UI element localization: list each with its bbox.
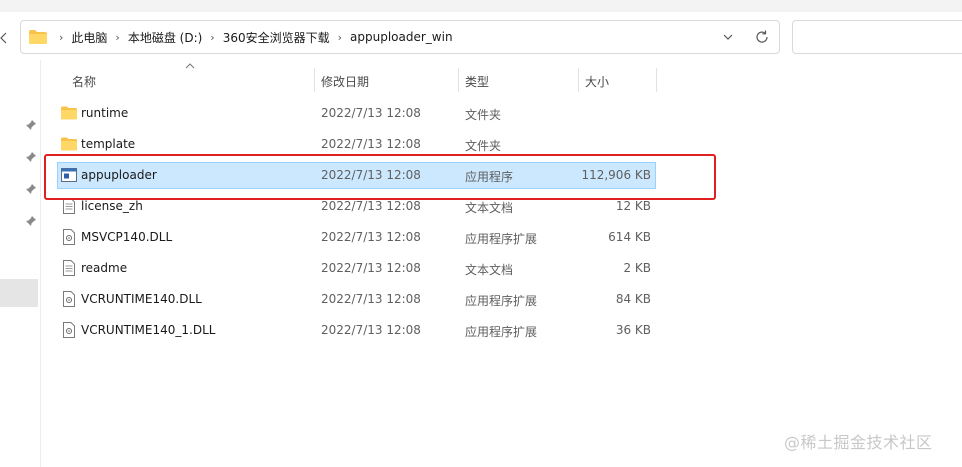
breadcrumb-this-pc[interactable]: 此电脑 [71, 29, 107, 46]
navigation-pane [0, 60, 40, 467]
file-size: 12 KB [615, 199, 651, 213]
search-input[interactable] [792, 20, 962, 54]
file-name: VCRUNTIME140_1.DLL [81, 323, 216, 337]
column-header-date[interactable]: 修改日期 [321, 73, 369, 90]
file-date: 2022/7/13 12:08 [321, 230, 421, 244]
address-bar[interactable]: › 此电脑 › 本地磁盘 (D:) › 360安全浏览器下载 › appuplo… [20, 20, 780, 54]
chevron-right-icon[interactable]: › [59, 31, 63, 44]
column-header-size[interactable]: 大小 [585, 73, 609, 90]
pin-icon[interactable] [25, 183, 37, 195]
breadcrumb-current-folder[interactable]: appuploader_win [350, 30, 453, 44]
title-bar-strip [0, 0, 962, 12]
file-row[interactable]: MSVCP140.DLL 2022/7/13 12:08 应用程序扩展 614 KB [58, 225, 655, 250]
dll-icon [61, 291, 77, 307]
pin-icon[interactable] [25, 151, 37, 163]
file-type: 文件夹 [465, 108, 502, 122]
column-divider[interactable] [578, 68, 579, 92]
file-name: readme [81, 261, 128, 275]
breadcrumb: › 此电脑 › 本地磁盘 (D:) › 360安全浏览器下载 › appuplo… [51, 21, 453, 53]
column-header-type[interactable]: 类型 [465, 73, 489, 90]
file-date: 2022/7/13 12:08 [321, 137, 421, 151]
file-size: 84 KB [615, 292, 651, 306]
file-type: 应用程序扩展 [465, 325, 538, 339]
file-type: 文件夹 [465, 139, 502, 153]
red-highlight-annotation [44, 154, 716, 200]
file-date: 2022/7/13 12:08 [321, 106, 421, 120]
file-row[interactable]: VCRUNTIME140.DLL 2022/7/13 12:08 应用程序扩展 84 … [58, 287, 655, 312]
pin-icon[interactable] [25, 215, 37, 227]
file-row[interactable]: readme 2022/7/13 12:08 文本文档 2 KB [58, 256, 655, 281]
chevron-right-icon[interactable]: › [115, 31, 119, 44]
breadcrumb-local-disk[interactable]: 本地磁盘 (D:) [128, 29, 202, 46]
dll-icon [61, 229, 77, 245]
file-name: license_zh [81, 199, 143, 213]
text-document-icon [61, 260, 77, 276]
refresh-icon[interactable] [754, 29, 770, 45]
column-header-row: 名称 修改日期 类型 大小 [58, 66, 658, 94]
file-size: 2 KB [623, 261, 651, 275]
sidebar-item-selected[interactable] [0, 279, 38, 307]
folder-icon [61, 105, 77, 121]
chevron-left-icon[interactable] [0, 32, 8, 44]
chevron-right-icon[interactable]: › [338, 31, 342, 44]
file-date: 2022/7/13 12:08 [321, 323, 421, 337]
dll-icon [61, 322, 77, 338]
file-name: MSVCP140.DLL [81, 230, 173, 244]
file-date: 2022/7/13 12:08 [321, 292, 421, 306]
file-type: 文本文档 [465, 263, 514, 277]
breadcrumb-download-folder[interactable]: 360安全浏览器下载 [223, 29, 330, 46]
folder-icon [61, 136, 77, 152]
file-size: 36 KB [615, 323, 651, 337]
file-type: 应用程序扩展 [465, 294, 538, 308]
chevron-right-icon[interactable]: › [210, 31, 214, 44]
watermark-text: @稀土掘金技术社区 [784, 433, 933, 452]
file-date: 2022/7/13 12:08 [321, 199, 421, 213]
column-divider[interactable] [656, 68, 657, 92]
file-size: 614 KB [608, 230, 651, 244]
column-header-name[interactable]: 名称 [72, 73, 96, 90]
text-document-icon [61, 198, 77, 214]
file-row[interactable]: runtime 2022/7/13 12:08 文件夹 [58, 101, 655, 126]
folder-icon [29, 30, 47, 44]
file-row[interactable]: VCRUNTIME140_1.DLL 2022/7/13 12:08 应用程序扩展 3… [58, 318, 655, 343]
pin-icon[interactable] [25, 119, 37, 131]
chevron-down-icon[interactable] [721, 30, 735, 44]
file-name: template [81, 137, 136, 151]
column-divider[interactable] [314, 68, 315, 92]
column-divider[interactable] [458, 68, 459, 92]
pane-divider [40, 60, 41, 467]
file-name: VCRUNTIME140.DLL [81, 292, 202, 306]
file-type: 文本文档 [465, 201, 514, 215]
file-type: 应用程序扩展 [465, 232, 538, 246]
file-date: 2022/7/13 12:08 [321, 261, 421, 275]
file-name: runtime [81, 106, 129, 120]
